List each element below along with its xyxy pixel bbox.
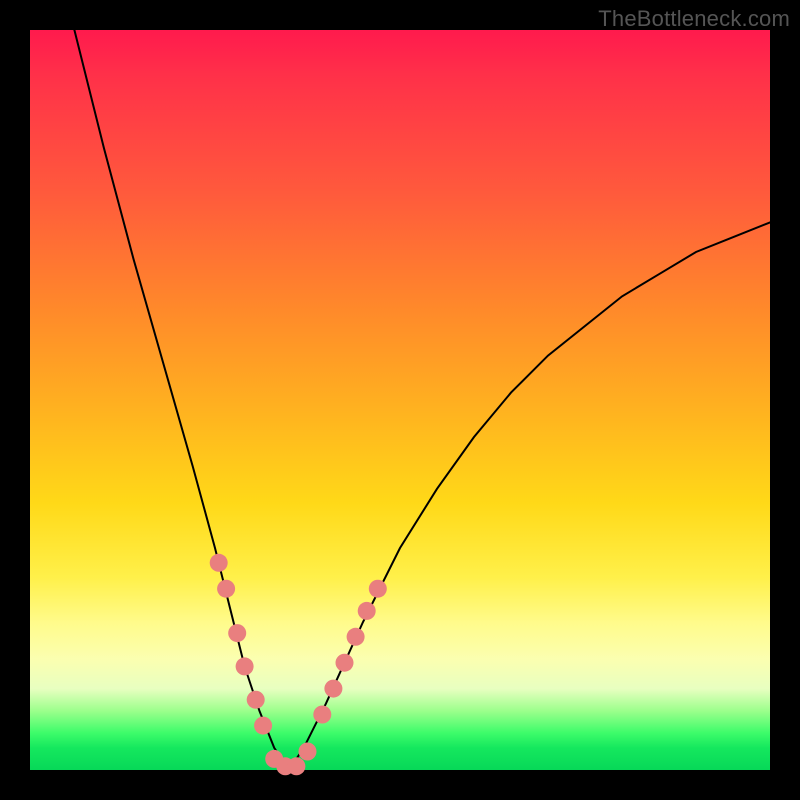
highlight-dot	[369, 580, 387, 598]
highlight-dot	[336, 654, 354, 672]
highlight-dot	[287, 757, 305, 775]
chart-stage: TheBottleneck.com	[0, 0, 800, 800]
marker-group	[210, 554, 387, 776]
highlight-dot	[247, 691, 265, 709]
highlight-dot	[347, 628, 365, 646]
highlight-dot	[313, 706, 331, 724]
highlight-dot	[299, 743, 317, 761]
highlight-dot	[358, 602, 376, 620]
highlight-dot	[228, 624, 246, 642]
highlight-dot	[236, 657, 254, 675]
highlight-dot	[324, 680, 342, 698]
plot-area	[30, 30, 770, 770]
watermark-text: TheBottleneck.com	[598, 6, 790, 32]
highlight-dot	[210, 554, 228, 572]
highlight-dot	[254, 717, 272, 735]
highlight-dot	[217, 580, 235, 598]
bottleneck-curve	[74, 30, 770, 770]
curve-layer	[30, 30, 770, 770]
